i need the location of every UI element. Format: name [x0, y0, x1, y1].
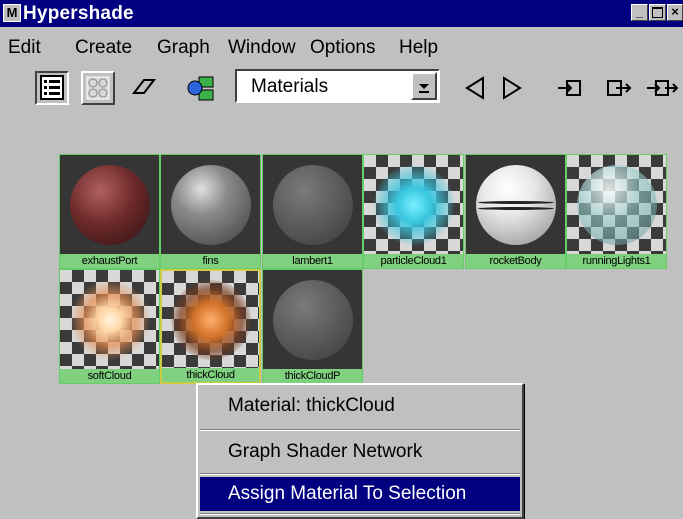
shader-graph-icon [187, 76, 214, 101]
swatch-label: lambert1 [263, 254, 362, 268]
eraser-button[interactable] [127, 71, 161, 105]
output-connections-button[interactable] [602, 72, 636, 104]
menu-window[interactable]: Window [228, 37, 296, 59]
maximize-button[interactable] [649, 4, 666, 21]
menu-create[interactable]: Create [75, 37, 132, 59]
assign-material-to-selection-item[interactable]: Assign Material To Selection [200, 477, 520, 511]
swatch-thumbnail [263, 155, 362, 254]
material-sphere [69, 164, 150, 245]
swatch-label: thickCloud [162, 368, 259, 382]
next-button[interactable] [494, 72, 530, 104]
material-swatch-rocketbody[interactable]: rocketBody [465, 154, 566, 269]
maximize-icon [652, 7, 663, 18]
swatch-thumbnail [263, 270, 362, 369]
maya-app-icon[interactable]: M [3, 4, 21, 22]
material-sphere [170, 279, 251, 360]
input-output-connections-button[interactable] [643, 72, 681, 104]
input-connections-button[interactable] [553, 72, 587, 104]
filter-dropdown-value: Materials [251, 76, 329, 97]
eraser-icon [131, 79, 157, 94]
previous-button[interactable] [457, 72, 493, 104]
filter-dropdown[interactable]: Materials [235, 69, 440, 103]
close-button[interactable]: × [667, 4, 683, 21]
menu-separator [200, 473, 520, 475]
previous-icon [465, 76, 484, 100]
swatch-label: softCloud [60, 369, 159, 383]
stripe [477, 200, 554, 204]
output-connections-icon [607, 80, 632, 96]
material-swatch-runninglights1[interactable]: runningLights1 [566, 154, 667, 269]
swatch-label: runningLights1 [567, 254, 666, 268]
swatch-thumbnail [466, 155, 565, 254]
menu-edit[interactable]: Edit [8, 37, 41, 59]
window-title: Hypershade [23, 3, 134, 24]
swatch-label: rocketBody [466, 254, 565, 268]
swatch-view-icon [86, 76, 110, 100]
material-sphere [170, 164, 251, 245]
material-swatch-softcloud[interactable]: softCloud [59, 269, 160, 384]
next-icon [503, 76, 522, 100]
context-menu: Material: thickCloud Graph Shader Networ… [196, 383, 524, 519]
list-view-button[interactable] [35, 71, 69, 105]
menu-graph[interactable]: Graph [157, 37, 210, 59]
context-menu-header: Material: thickCloud [228, 395, 395, 416]
stripe [477, 206, 554, 210]
menu-options[interactable]: Options [310, 37, 375, 59]
swatch-label: exhaustPort [60, 254, 159, 268]
swatch-thumbnail [162, 271, 259, 368]
material-sphere [373, 164, 454, 245]
list-view-icon [40, 75, 64, 100]
title-bar: M Hypershade _ × [0, 0, 683, 27]
swatch-thumbnail [60, 155, 159, 254]
dropdown-arrow-button[interactable] [411, 72, 437, 100]
toolbar: Materials [0, 64, 683, 116]
material-sphere [475, 164, 556, 245]
swatch-thumbnail [567, 155, 666, 254]
material-swatch-thickcloud[interactable]: thickCloud [160, 269, 261, 384]
menu-bar: Edit Create Graph Window Options Help [0, 27, 683, 64]
material-sphere [576, 164, 657, 245]
shader-graph-button[interactable] [183, 71, 221, 105]
material-swatch-particlecloud1[interactable]: particleCloud1 [363, 154, 464, 269]
swatch-thumbnail [60, 270, 159, 369]
material-sphere [272, 164, 353, 245]
swatch-label: fins [161, 254, 260, 268]
swatch-thumbnail [364, 155, 463, 254]
menu-help[interactable]: Help [399, 37, 438, 59]
chevron-down-icon [419, 84, 429, 93]
material-sphere [69, 279, 150, 360]
material-swatch-lambert1[interactable]: lambert1 [262, 154, 363, 269]
swatch-label: thickCloudP [263, 369, 362, 383]
material-sphere [272, 279, 353, 360]
graph-shader-network-item[interactable]: Graph Shader Network [200, 435, 520, 469]
swatch-view-button[interactable] [81, 71, 115, 105]
material-swatch-thickcloudp[interactable]: thickCloudP [262, 269, 363, 384]
menu-separator [200, 429, 520, 431]
swatch-thumbnail [161, 155, 260, 254]
swatch-label: particleCloud1 [364, 254, 463, 268]
minimize-button[interactable]: _ [631, 4, 648, 21]
material-swatch-exhaustport[interactable]: exhaustPort [59, 154, 160, 269]
input-output-connections-icon [647, 80, 679, 96]
menu-separator [200, 513, 520, 515]
input-connections-icon [558, 80, 581, 96]
material-swatch-fins[interactable]: fins [160, 154, 261, 269]
